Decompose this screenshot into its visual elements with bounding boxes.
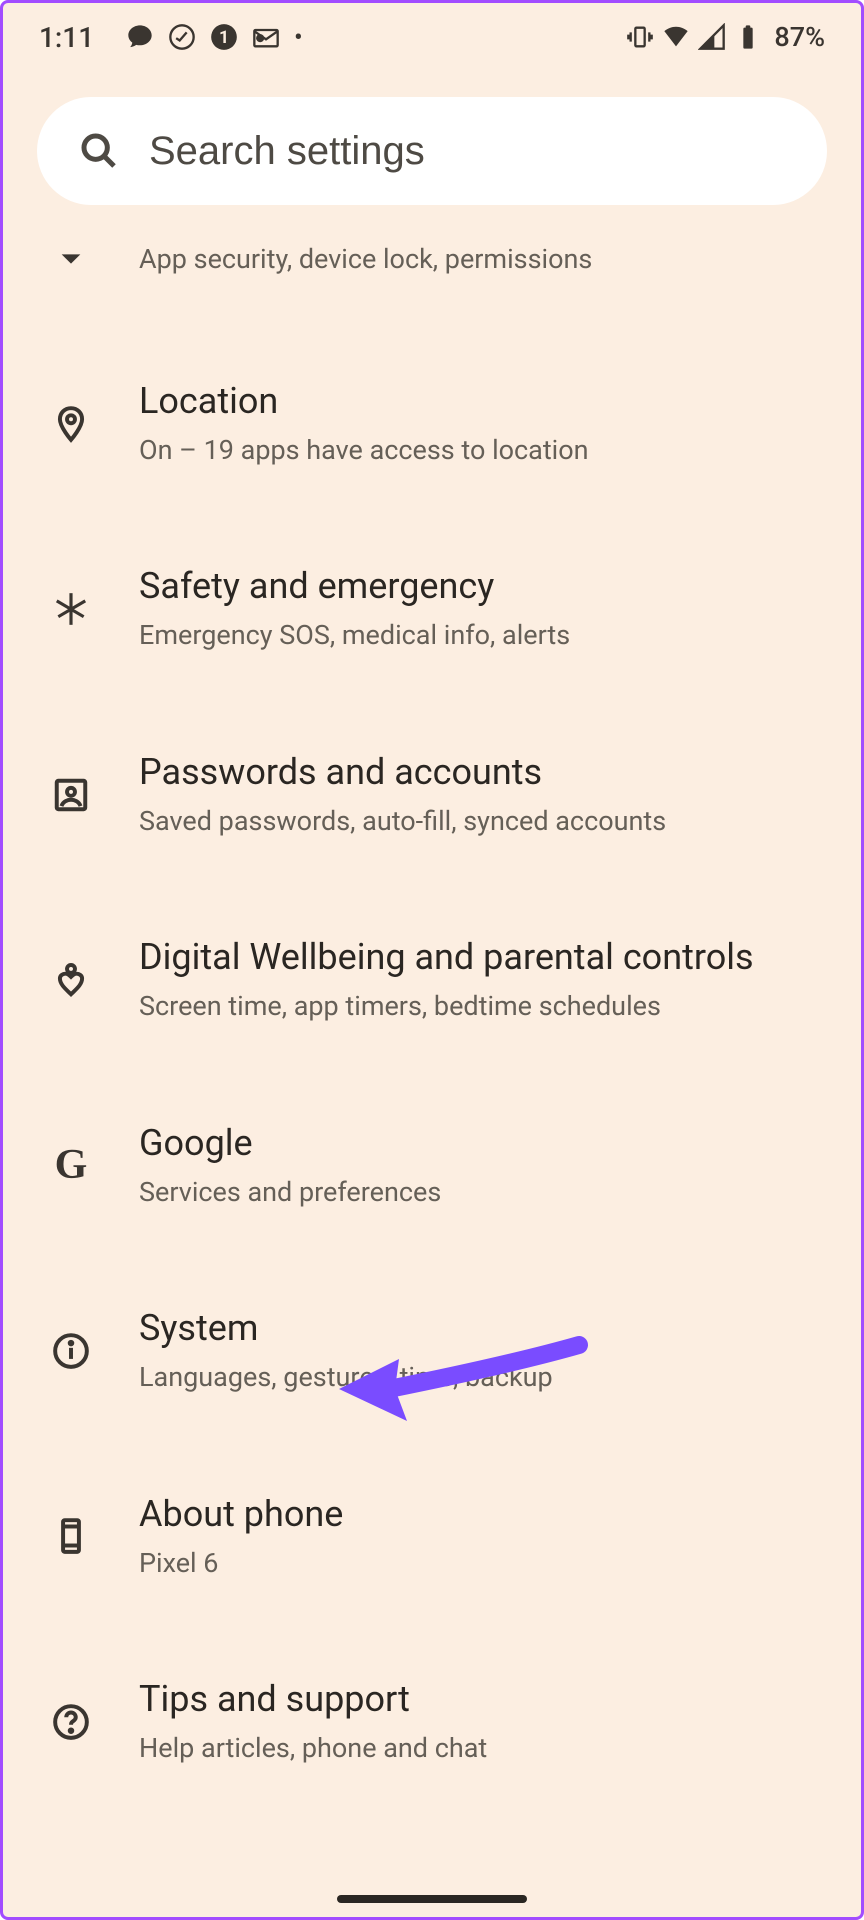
notification-badge-1-icon: 1	[210, 23, 238, 51]
row-subtitle: Services and preferences	[139, 1174, 821, 1210]
row-subtitle: Languages, gestures, time, backup	[139, 1359, 821, 1395]
row-title: Google	[139, 1121, 821, 1166]
row-title: About phone	[139, 1492, 821, 1537]
row-text: Location On – 19 apps have access to loc…	[139, 379, 821, 468]
search-container	[3, 71, 861, 215]
svg-text:1: 1	[219, 28, 229, 48]
row-text: Safety and emergency Emergency SOS, medi…	[139, 564, 821, 653]
settings-row-security[interactable]: App security, device lock, permissions	[3, 221, 861, 331]
row-text: App security, device lock, permissions	[139, 241, 821, 277]
outlook-icon	[252, 23, 280, 51]
google-icon: G	[43, 1137, 99, 1193]
settings-screen: 1:11 1 •	[0, 0, 864, 1920]
account-box-icon	[43, 767, 99, 823]
asterisk-icon	[43, 581, 99, 637]
row-text: System Languages, gestures, time, backup	[139, 1306, 821, 1395]
row-subtitle: App security, device lock, permissions	[139, 241, 821, 277]
search-bar[interactable]	[37, 97, 827, 205]
settings-row-passwords[interactable]: Passwords and accounts Saved passwords, …	[3, 702, 861, 887]
row-title: Digital Wellbeing and parental controls	[139, 935, 821, 980]
row-title: Passwords and accounts	[139, 750, 821, 795]
settings-row-wellbeing[interactable]: Digital Wellbeing and parental controls …	[3, 887, 861, 1072]
phone-device-icon	[43, 1508, 99, 1564]
search-icon	[79, 131, 119, 171]
row-title: Safety and emergency	[139, 564, 821, 609]
settings-row-about[interactable]: About phone Pixel 6	[3, 1444, 861, 1629]
row-subtitle: Pixel 6	[139, 1545, 821, 1581]
row-text: Google Services and preferences	[139, 1121, 821, 1210]
row-title: System	[139, 1306, 821, 1351]
status-left: 1:11 1 •	[39, 21, 303, 54]
battery-icon	[734, 23, 762, 51]
settings-row-location[interactable]: Location On – 19 apps have access to loc…	[3, 331, 861, 516]
row-subtitle: Saved passwords, auto-fill, synced accou…	[139, 803, 821, 839]
chat-bubble-icon	[126, 23, 154, 51]
vibrate-icon	[626, 23, 654, 51]
row-text: Passwords and accounts Saved passwords, …	[139, 750, 821, 839]
row-subtitle: Screen time, app timers, bedtime schedul…	[139, 988, 821, 1024]
chevron-down-icon	[43, 231, 99, 287]
info-icon	[43, 1323, 99, 1379]
search-input[interactable]	[149, 129, 785, 174]
settings-row-system[interactable]: System Languages, gestures, time, backup	[3, 1258, 861, 1443]
row-title: Location	[139, 379, 821, 424]
wifi-icon	[662, 23, 690, 51]
battery-percent: 87%	[774, 21, 825, 53]
row-subtitle: Emergency SOS, medical info, alerts	[139, 617, 821, 653]
status-bar: 1:11 1 •	[3, 3, 861, 71]
row-text: Tips and support Help articles, phone an…	[139, 1677, 821, 1766]
row-subtitle: On – 19 apps have access to location	[139, 432, 821, 468]
help-icon	[43, 1694, 99, 1750]
signal-icon	[698, 23, 726, 51]
row-subtitle: Help articles, phone and chat	[139, 1730, 821, 1766]
location-icon	[43, 396, 99, 452]
more-notifications-icon: •	[294, 25, 302, 49]
settings-list[interactable]: App security, device lock, permissions L…	[3, 215, 861, 1917]
heart-person-icon	[43, 952, 99, 1008]
nav-handle[interactable]	[337, 1895, 527, 1903]
settings-row-google[interactable]: G Google Services and preferences	[3, 1073, 861, 1258]
row-title: Tips and support	[139, 1677, 821, 1722]
status-time: 1:11	[39, 21, 94, 54]
status-right: 87%	[626, 21, 825, 53]
cloud-check-icon	[168, 23, 196, 51]
row-text: Digital Wellbeing and parental controls …	[139, 935, 821, 1024]
settings-row-safety[interactable]: Safety and emergency Emergency SOS, medi…	[3, 516, 861, 701]
row-text: About phone Pixel 6	[139, 1492, 821, 1581]
settings-row-tips[interactable]: Tips and support Help articles, phone an…	[3, 1629, 861, 1814]
